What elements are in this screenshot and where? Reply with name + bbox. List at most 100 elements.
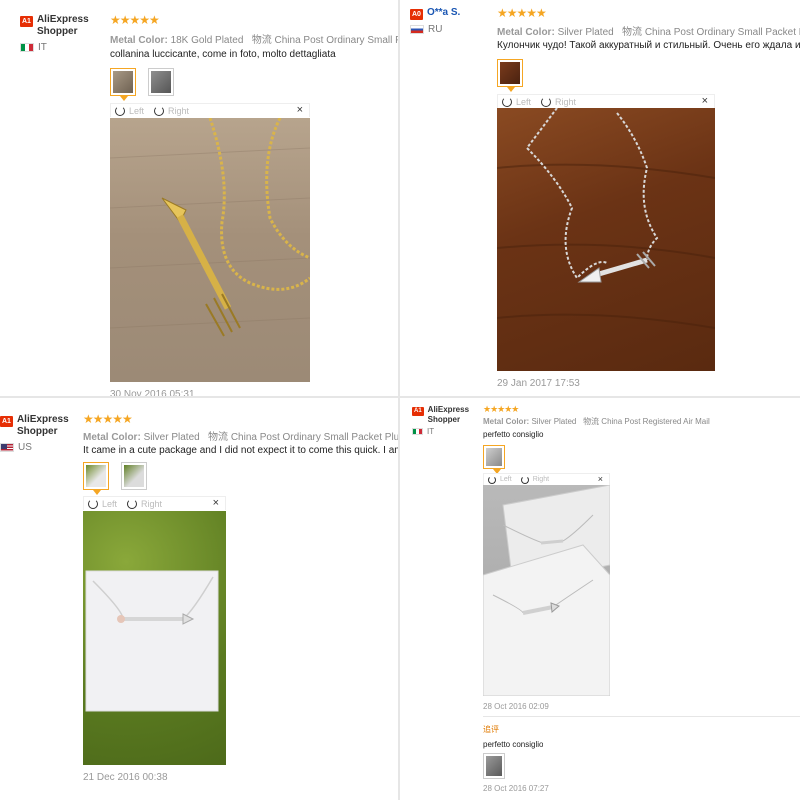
star-rating: ★★★★★ (83, 412, 133, 426)
meta-value: Silver Plated (531, 417, 577, 426)
country-code: IT (38, 42, 47, 53)
rotate-right-label[interactable]: Right (555, 97, 576, 107)
review-photo[interactable] (483, 485, 610, 696)
close-icon[interactable]: × (598, 474, 603, 484)
reviewer-name[interactable]: O**a S. (427, 7, 460, 19)
photo-viewer-toolbar: Left Right × (110, 103, 310, 117)
review-2: A0 O**a S. RU ★★★★★ Metal Color: Silver … (400, 0, 800, 396)
reviewer-country: IT (20, 42, 104, 53)
reviewer-country: IT (412, 427, 482, 436)
shipping-label: 物流 (583, 417, 600, 426)
close-icon[interactable]: × (702, 95, 708, 107)
review-text: Кулончик чудо! Такой аккуратный и стильн… (497, 40, 800, 51)
reviewer-country: RU (410, 24, 494, 35)
review-photo[interactable] (497, 108, 715, 371)
country-code: IT (427, 427, 435, 436)
rotate-left-icon[interactable] (502, 96, 512, 107)
review-1: A1 AliExpress Shopper IT ★★★★★ Metal Col… (0, 0, 400, 400)
shipping-label: 物流 (251, 35, 272, 46)
meta-label: Metal Color: (83, 432, 141, 443)
review-photo-thumbnail[interactable] (148, 68, 174, 96)
review-text: collanina luccicante, come in foto, molt… (110, 49, 336, 60)
usa-flag-icon (0, 443, 14, 452)
rotate-right-icon[interactable] (154, 105, 165, 116)
rotate-left-icon[interactable] (488, 475, 496, 484)
meta-label: Metal Color: (497, 27, 555, 38)
reviewer-name[interactable]: AliExpress Shopper (17, 414, 80, 438)
purchase-meta: Metal Color: 18K Gold Plated 物流 China Po… (110, 31, 400, 46)
gold-arrow-necklace-image (110, 118, 310, 337)
review-date: 21 Dec 2016 00:38 (83, 772, 168, 783)
buyer-level-badge: A1 (0, 416, 13, 427)
rotate-right-label[interactable]: Right (533, 476, 549, 483)
followup-photo-thumbnail[interactable] (483, 753, 505, 779)
italy-flag-icon (20, 43, 34, 52)
reviewer-info: A0 O**a S. RU (410, 7, 494, 35)
buyer-level-badge: A0 (410, 9, 423, 20)
shipping-value: China Post Registered Air Mail (601, 417, 710, 426)
rotate-right-label[interactable]: Right (168, 106, 189, 116)
review-date: 29 Jan 2017 17:53 (497, 378, 580, 389)
review-photo-thumbnail[interactable] (483, 445, 505, 474)
shipping-label: 物流 (208, 432, 229, 443)
review-photo-thumbnail[interactable] (110, 68, 136, 101)
reviewer-info: A1 AliExpress Shopper IT (412, 405, 482, 436)
buyer-level-badge: A1 (412, 407, 424, 416)
star-rating: ★★★★★ (483, 404, 519, 414)
shipping-value: China Post Ordinary Small Packet Plus (230, 432, 398, 443)
star-rating: ★★★★★ (497, 6, 547, 20)
rotate-left-icon[interactable] (115, 105, 125, 116)
necklace-on-card-image (85, 570, 219, 712)
meta-value: Silver Plated (557, 27, 614, 38)
reviewer-country: US (0, 442, 80, 453)
divider (483, 716, 800, 717)
followup-text: perfetto consiglio (483, 740, 544, 749)
country-code: RU (428, 24, 443, 35)
reviewer-info: A1 AliExpress Shopper IT (20, 14, 104, 53)
star-rating: ★★★★★ (110, 13, 160, 27)
purchase-meta: Metal Color: Silver Plated 物流 China Post… (83, 428, 398, 443)
meta-value: 18K Gold Plated (170, 35, 244, 46)
review-photo-thumbnail[interactable] (121, 462, 147, 490)
silver-arrow-necklace-image (497, 108, 715, 329)
reviewer-name[interactable]: AliExpress Shopper (37, 14, 104, 38)
thumbnail-strip (83, 462, 147, 495)
country-code: US (18, 442, 32, 453)
rotate-left-label[interactable]: Left (102, 499, 117, 509)
reviewer-name[interactable]: AliExpress Shopper (428, 405, 482, 425)
shipping-label: 物流 (622, 27, 643, 38)
reviewer-info: A1 AliExpress Shopper US (0, 414, 80, 453)
close-icon[interactable]: × (213, 497, 219, 509)
photo-viewer-toolbar: Left Right × (483, 473, 610, 485)
rotate-right-icon[interactable] (541, 96, 552, 107)
rotate-right-icon[interactable] (520, 475, 529, 484)
meta-value: Silver Plated (143, 432, 200, 443)
meta-label: Metal Color: (110, 35, 168, 46)
photo-viewer-toolbar: Left Right × (83, 496, 226, 510)
two-necklace-cards-image (483, 485, 610, 696)
photo-viewer-toolbar: Left Right × (497, 94, 715, 108)
russia-flag-icon (410, 25, 424, 34)
rotate-left-icon[interactable] (88, 498, 98, 509)
review-photo[interactable] (110, 118, 310, 382)
review-photo[interactable] (83, 511, 226, 765)
shipping-value: China Post Ordinary Small Pa (274, 35, 400, 46)
review-date: 28 Oct 2016 02:09 (483, 702, 549, 711)
review-photo-thumbnail[interactable] (497, 59, 523, 92)
rotate-left-label[interactable]: Left (500, 476, 512, 483)
buyer-level-badge: A1 (20, 16, 33, 27)
italy-flag-icon (412, 428, 423, 435)
thumbnail-strip (483, 445, 505, 474)
thumbnail-strip (497, 59, 523, 92)
shipping-value: China Post Ordinary Small Packet Pl (644, 27, 800, 38)
review-3: A1 AliExpress Shopper US ★★★★★ Metal Col… (0, 400, 398, 800)
review-date: 30 Nov 2016 05:31 (110, 389, 195, 400)
thumbnail-strip (110, 68, 174, 101)
review-photo-thumbnail[interactable] (83, 462, 109, 495)
rotate-left-label[interactable]: Left (516, 97, 531, 107)
close-icon[interactable]: × (297, 104, 303, 116)
rotate-left-label[interactable]: Left (129, 106, 144, 116)
rotate-right-label[interactable]: Right (141, 499, 162, 509)
review-4: A1 AliExpress Shopper IT ★★★★★ Metal Col… (400, 398, 800, 800)
rotate-right-icon[interactable] (127, 498, 138, 509)
